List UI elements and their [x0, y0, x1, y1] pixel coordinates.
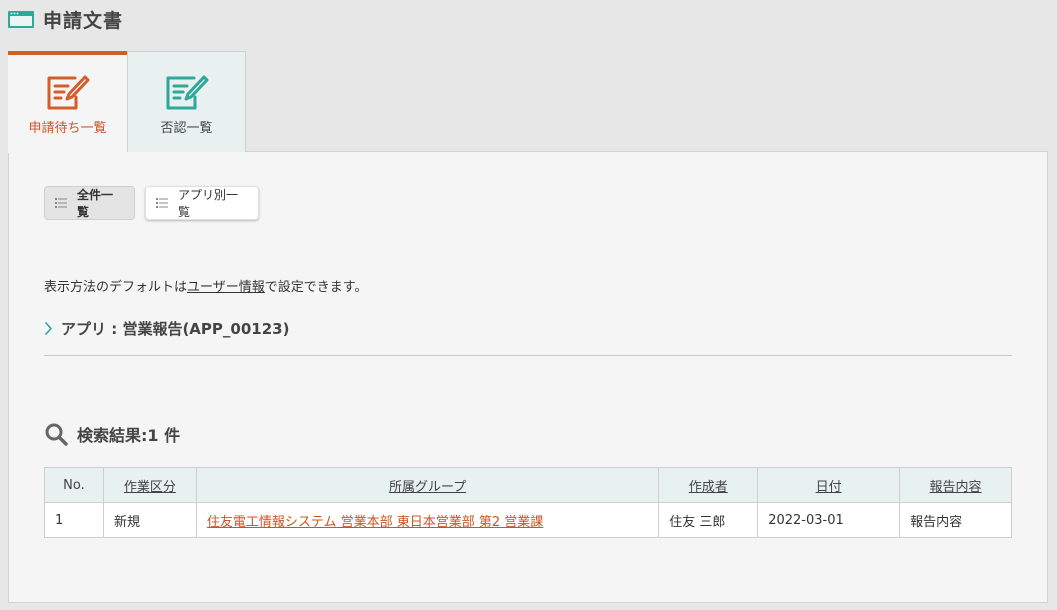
window-icon: [8, 10, 34, 28]
cell-no: 1: [44, 502, 104, 538]
content-panel: 全件一覧 アプリ別一覧 表示方法のデフォルトはユーザー情報で設定できます。 アプ…: [8, 151, 1048, 603]
list-icon: [55, 198, 67, 208]
table-row: 1 新規 住友電工情報システム 営業本部 東日本営業部 第2 営業課 住友 三郎…: [44, 502, 1012, 538]
column-header-work-type[interactable]: 作業区分: [102, 467, 197, 503]
info-suffix: で設定できます。: [264, 280, 368, 295]
search-results-header: 検索結果:1 件: [44, 422, 180, 446]
tab-label: 否認一覧: [160, 121, 213, 136]
user-info-link[interactable]: ユーザー情報: [187, 280, 265, 295]
search-icon: [45, 423, 68, 446]
tab-pending-list[interactable]: 申請待ち一覧: [8, 51, 127, 153]
cell-author: 住友 三郎: [658, 502, 759, 538]
app-section-toggle[interactable]: アプリ : 営業報告(APP_00123): [44, 318, 1012, 356]
chevron-right-icon: [45, 322, 52, 335]
edit-document-icon: [166, 75, 208, 110]
cell-report: 報告内容: [899, 502, 1012, 538]
sort-date-link[interactable]: 日付: [816, 480, 842, 495]
info-prefix: 表示方法のデフォルトは: [44, 280, 188, 295]
tab-rejected-list[interactable]: 否認一覧: [127, 51, 246, 152]
default-display-info: 表示方法のデフォルトはユーザー情報で設定できます。: [44, 276, 367, 295]
column-header-no: No.: [44, 467, 104, 503]
page-header: 申請文書: [8, 6, 123, 32]
sort-work-type-link[interactable]: 作業区分: [124, 480, 176, 495]
column-header-report[interactable]: 報告内容: [899, 467, 1012, 503]
cell-date: 2022-03-01: [757, 502, 901, 538]
list-icon: [156, 198, 168, 208]
cell-group[interactable]: 住友電工情報システム 営業本部 東日本営業部 第2 営業課: [195, 502, 660, 538]
app-section-title: アプリ : 営業報告(APP_00123): [61, 320, 290, 338]
column-header-no-label: No.: [63, 477, 85, 493]
cell-work-type: 新規: [102, 502, 197, 538]
edit-document-icon: [47, 75, 89, 110]
all-list-button[interactable]: 全件一覧: [44, 186, 135, 220]
page-title: 申請文書: [43, 9, 124, 32]
results-table: No. 作業区分 所属グループ 作成者 日付 報告内容 1 新規 住友電工情報シ…: [44, 467, 1012, 538]
sort-report-link[interactable]: 報告内容: [930, 480, 982, 495]
table-header-row: No. 作業区分 所属グループ 作成者 日付 報告内容: [44, 467, 1012, 503]
sort-author-link[interactable]: 作成者: [689, 480, 728, 495]
column-header-date[interactable]: 日付: [757, 467, 901, 503]
group-link[interactable]: 住友電工情報システム 営業本部 東日本営業部 第2 営業課: [207, 515, 543, 530]
tab-label: 申請待ち一覧: [28, 121, 107, 136]
all-list-label: 全件一覧: [77, 188, 114, 219]
by-app-list-button[interactable]: アプリ別一覧: [145, 186, 259, 220]
sort-group-link[interactable]: 所属グループ: [389, 480, 466, 495]
column-header-group[interactable]: 所属グループ: [195, 467, 660, 503]
by-app-list-label: アプリ別一覧: [178, 188, 239, 219]
column-header-author[interactable]: 作成者: [658, 467, 759, 503]
results-count: 検索結果:1 件: [77, 426, 181, 445]
